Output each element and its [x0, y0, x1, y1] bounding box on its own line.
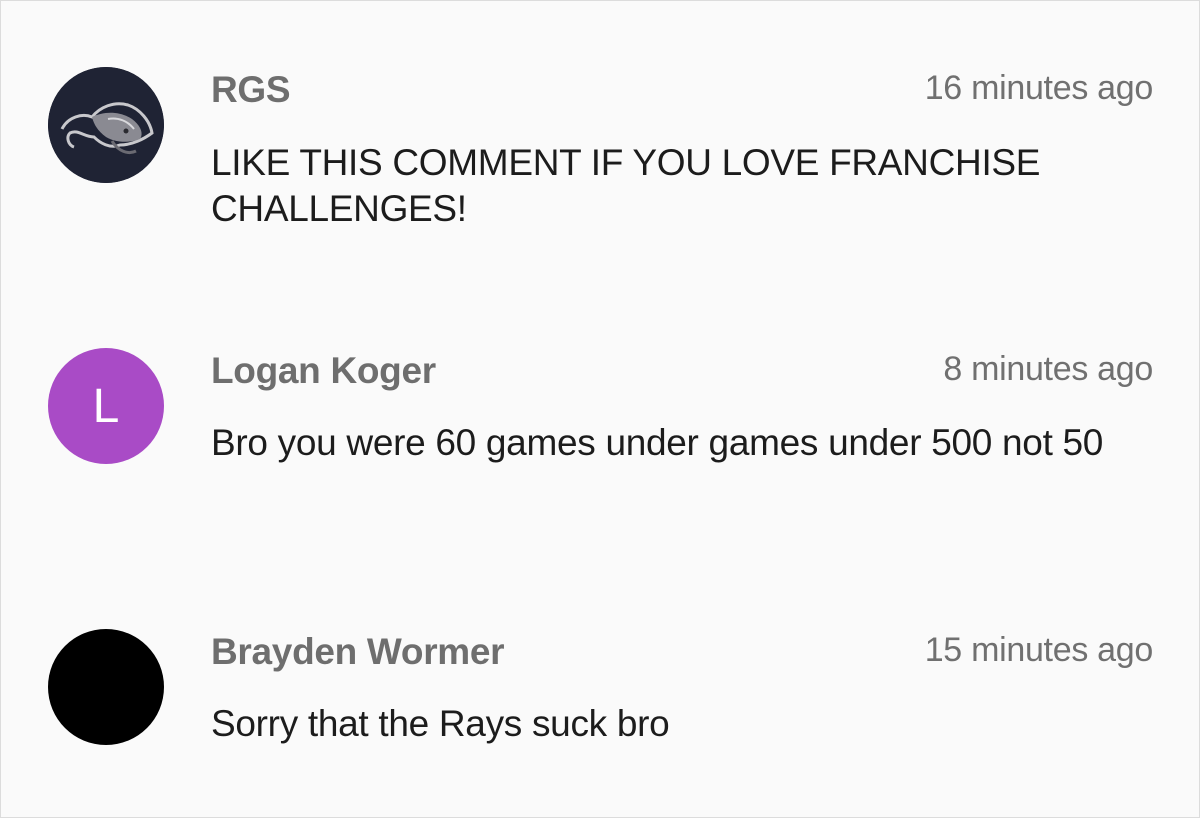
- comment-author[interactable]: Logan Koger: [211, 350, 436, 392]
- comment-text: LIKE THIS COMMENT IF YOU LOVE FRANCHISE …: [211, 142, 1041, 229]
- comment-timestamp: 16 minutes ago: [924, 69, 1154, 107]
- comment-timestamp: 8 minutes ago: [943, 350, 1153, 388]
- comments-panel: RGS 16 minutes ago LIKE THIS COMMENT IF …: [0, 0, 1200, 818]
- comment-text: Sorry that the Rays suck bro: [211, 703, 670, 744]
- comment-author[interactable]: Brayden Wormer: [211, 631, 505, 673]
- avatar-stingray-icon[interactable]: [48, 67, 164, 183]
- comment-text: Bro you were 60 games under games under …: [211, 422, 1104, 463]
- avatar-letter: L: [92, 379, 120, 433]
- avatar[interactable]: [48, 629, 164, 745]
- stingray-icon: [48, 67, 164, 183]
- comment-author[interactable]: RGS: [211, 69, 291, 111]
- comment-timestamp: 15 minutes ago: [924, 631, 1154, 669]
- avatar[interactable]: L: [48, 348, 164, 464]
